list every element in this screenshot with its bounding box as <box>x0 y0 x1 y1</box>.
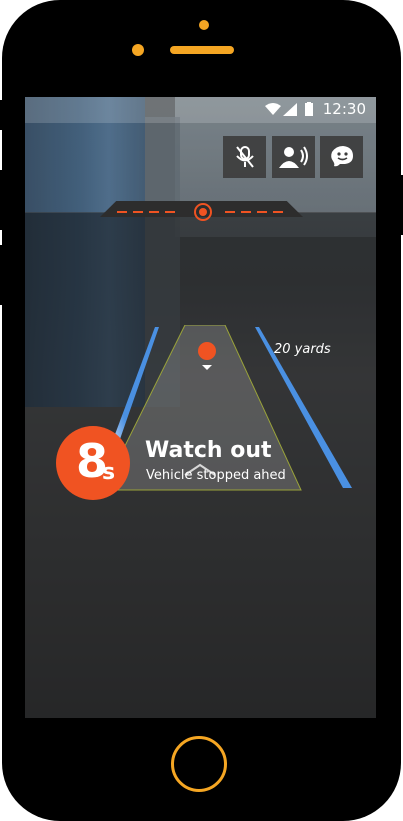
power-button <box>397 175 403 235</box>
volume-down-button <box>0 245 6 305</box>
alert-title: Watch out <box>145 438 272 463</box>
progress-dashes <box>117 203 289 221</box>
status-bar: 12:30 <box>25 97 376 123</box>
volume-up-button <box>0 170 6 230</box>
voice-button[interactable] <box>272 136 315 178</box>
side-button <box>0 100 6 130</box>
distance-label: 20 yards <box>274 342 331 357</box>
waze-icon <box>330 146 353 167</box>
alert-subtitle: Vehicle stopped ahed <box>146 468 286 483</box>
countdown-badge: 8 s <box>56 426 130 500</box>
battery-icon <box>305 102 313 116</box>
countdown-unit: s <box>102 460 116 485</box>
voice-icon <box>278 146 308 168</box>
status-time: 12:30 <box>322 100 366 118</box>
front-camera <box>199 20 209 30</box>
sensor-dot <box>132 44 144 56</box>
mic-off-icon <box>235 146 254 168</box>
wifi-icon <box>265 103 281 115</box>
speaker-grille <box>170 46 234 54</box>
waze-button[interactable] <box>320 136 363 178</box>
hazard-marker-icon <box>198 342 216 370</box>
mute-button[interactable] <box>223 136 266 178</box>
home-button[interactable] <box>171 736 227 792</box>
screen: 12:30 20 yards <box>25 97 376 718</box>
signal-icon <box>283 103 297 116</box>
